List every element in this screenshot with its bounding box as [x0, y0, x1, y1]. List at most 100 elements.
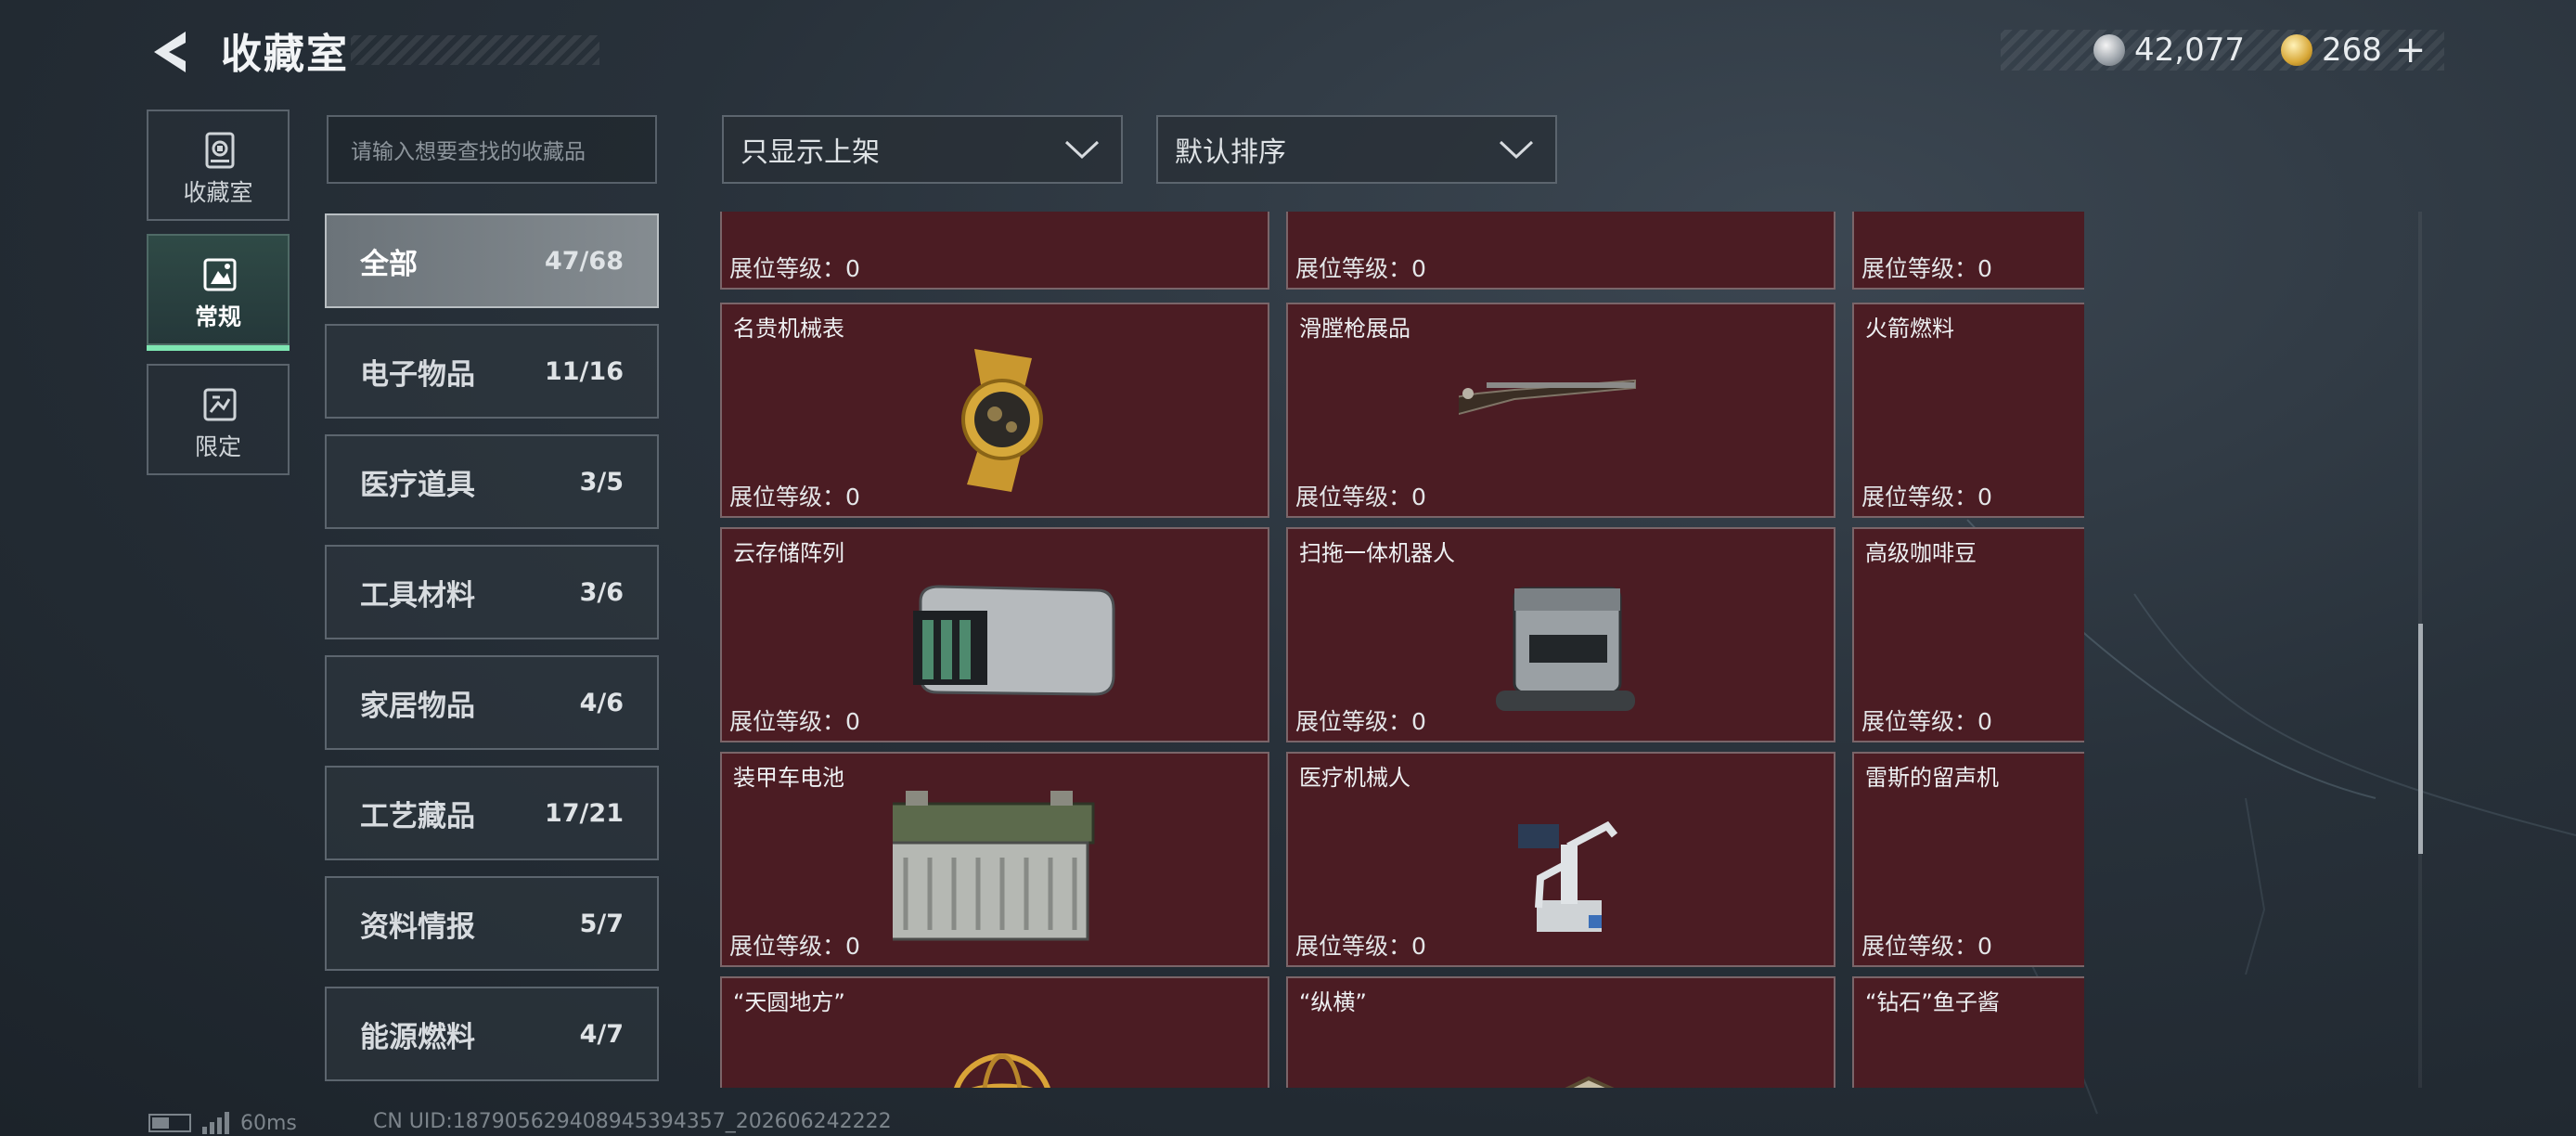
- battery-item-image: [893, 791, 1095, 941]
- item-level: 展位等级：0: [1861, 708, 1992, 735]
- add-currency-button[interactable]: +: [2395, 29, 2427, 71]
- item-level: 展位等级：0: [1295, 484, 1426, 510]
- gold-coin-icon: [2281, 34, 2312, 66]
- category-label: 电子物品: [360, 357, 475, 392]
- collection-grid[interactable]: 展位等级：0 展位等级：0 展位等级：0 名贵机械表 展位等级：0 滑膛枪展品 …: [720, 212, 2084, 1088]
- collection-card[interactable]: 雷斯的留声机 展位等级：0: [1852, 752, 2084, 967]
- chevron-down-icon: [1499, 140, 1534, 160]
- silver-coin-icon: [2093, 34, 2125, 66]
- silver-currency-amount: 42,077: [2134, 32, 2245, 69]
- nav-tab-label: 常规: [194, 303, 241, 330]
- category-count: 4/7: [579, 1019, 624, 1049]
- item-name: 名贵机械表: [733, 316, 844, 342]
- vault-icon: [205, 132, 235, 169]
- nav-tab-limited[interactable]: 限定: [147, 364, 290, 475]
- page-title: 收藏室: [221, 31, 349, 78]
- category-tools[interactable]: 工具材料 3/6: [325, 545, 659, 639]
- collection-card[interactable]: 装甲车电池 展位等级：0: [720, 752, 1269, 967]
- category-count: 11/16: [544, 356, 624, 386]
- collection-card[interactable]: “钻石”鱼子酱 展位等级：0: [1852, 976, 2084, 1088]
- medical-robot-item-image: [1518, 820, 1618, 932]
- category-label: 能源燃料: [360, 1020, 475, 1054]
- scrollbar-thumb[interactable]: [2418, 624, 2423, 854]
- item-name: 火箭燃料: [1865, 316, 1954, 342]
- display-filter-value: 只显示上架: [741, 136, 880, 169]
- category-label: 全部: [360, 247, 418, 281]
- back-arrow-icon: [154, 32, 186, 72]
- status-bar: 60ms: [148, 1110, 297, 1136]
- chessboard-item-image: [1565, 1076, 1615, 1088]
- category-crafts[interactable]: 工艺藏品 17/21: [325, 766, 659, 860]
- collection-card[interactable]: 展位等级：0: [1286, 212, 1835, 290]
- item-level: 展位等级：0: [729, 484, 860, 510]
- chevron-down-icon: [1064, 140, 1100, 160]
- signal-icon: [202, 1112, 229, 1134]
- category-intel[interactable]: 资料情报 5/7: [325, 876, 659, 971]
- category-count: 5/7: [579, 909, 624, 938]
- battery-icon: [148, 1114, 191, 1132]
- collection-card[interactable]: “纵横” 展位等级：0: [1286, 976, 1835, 1088]
- item-level: 展位等级：0: [1861, 933, 1992, 960]
- collection-card[interactable]: 火箭燃料 展位等级：0: [1852, 303, 2084, 518]
- category-label: 家居物品: [360, 689, 475, 723]
- category-medical[interactable]: 医疗道具 3/5: [325, 434, 659, 529]
- item-name: 医疗机械人: [1299, 765, 1410, 791]
- item-name: 雷斯的留声机: [1865, 765, 1999, 791]
- collection-card[interactable]: 滑膛枪展品 展位等级：0: [1286, 303, 1835, 518]
- nav-tab-regular[interactable]: 常规: [147, 234, 290, 351]
- category-count: 47/68: [544, 246, 624, 276]
- item-name: 装甲车电池: [733, 765, 844, 791]
- caviar-tin-item-image: [2025, 1013, 2084, 1088]
- silver-currency: 42,077: [2093, 30, 2245, 71]
- musket-item-image: [1459, 379, 1636, 416]
- item-name: 高级咖啡豆: [1865, 540, 1977, 566]
- collection-card[interactable]: 展位等级：0: [1852, 212, 2084, 290]
- robot-vacuum-item-image: [1496, 587, 1635, 711]
- uid-text: CN UID:18790562940894539​4357_2026062422…: [373, 1110, 892, 1133]
- search-placeholder: 请输入想要查找的收藏品: [351, 140, 586, 164]
- item-level: 展位等级：0: [729, 255, 860, 282]
- sort-dropdown[interactable]: 默认排序: [1156, 115, 1557, 184]
- collection-card[interactable]: 名贵机械表 展位等级：0: [720, 303, 1269, 518]
- gold-currency-amount: 268: [2322, 32, 2382, 69]
- collection-card[interactable]: “天圆地方” 展位等级：0: [720, 976, 1269, 1088]
- gold-currency: 268 +: [2281, 29, 2427, 71]
- ping-value: 60ms: [240, 1111, 297, 1135]
- category-electronics[interactable]: 电子物品 11/16: [325, 324, 659, 419]
- category-count: 3/6: [579, 577, 624, 607]
- item-name: “纵横”: [1299, 989, 1367, 1015]
- category-count: 17/21: [544, 798, 624, 828]
- item-level: 展位等级：0: [1295, 708, 1426, 735]
- nav-tab-label: 收藏室: [183, 179, 253, 206]
- item-level: 展位等级：0: [1295, 255, 1426, 282]
- collection-card[interactable]: 展位等级：0: [720, 212, 1269, 290]
- item-level: 展位等级：0: [1295, 933, 1426, 960]
- nav-tab-vault[interactable]: 收藏室: [147, 110, 290, 221]
- display-filter-dropdown[interactable]: 只显示上架: [722, 115, 1123, 184]
- search-input[interactable]: 请输入想要查找的收藏品: [327, 115, 657, 184]
- category-count: 4/6: [579, 688, 624, 717]
- collection-card[interactable]: 扫拖一体机器人 展位等级：0: [1286, 527, 1835, 742]
- sort-value: 默认排序: [1175, 136, 1286, 169]
- gramophone-item-image: [2025, 789, 2084, 943]
- item-name: “天圆地方”: [733, 989, 845, 1015]
- item-level: 展位等级：0: [1861, 255, 1992, 282]
- collection-card[interactable]: 云存储阵列 展位等级：0: [720, 527, 1269, 742]
- back-button[interactable]: [147, 28, 193, 76]
- item-name: 滑膛枪展品: [1299, 316, 1410, 342]
- item-name: 扫拖一体机器人: [1299, 540, 1455, 566]
- category-label: 医疗道具: [360, 468, 475, 502]
- category-label: 资料情报: [360, 910, 475, 944]
- item-name: 云存储阵列: [733, 540, 844, 566]
- collection-card[interactable]: 高级咖啡豆 展位等级：0: [1852, 527, 2084, 742]
- category-label: 工具材料: [360, 578, 475, 613]
- category-household[interactable]: 家居物品 4/6: [325, 655, 659, 750]
- item-level: 展位等级：0: [729, 708, 860, 735]
- item-level: 展位等级：0: [1861, 484, 1992, 510]
- fuel-can-item-image: [2025, 340, 2084, 494]
- category-all[interactable]: 全部 47/68: [325, 213, 659, 308]
- category-energy[interactable]: 能源燃料 4/7: [325, 987, 659, 1081]
- limited-collection-icon: [203, 388, 237, 421]
- title-decoration: [351, 35, 599, 65]
- collection-card[interactable]: 医疗机械人 展位等级：0: [1286, 752, 1835, 967]
